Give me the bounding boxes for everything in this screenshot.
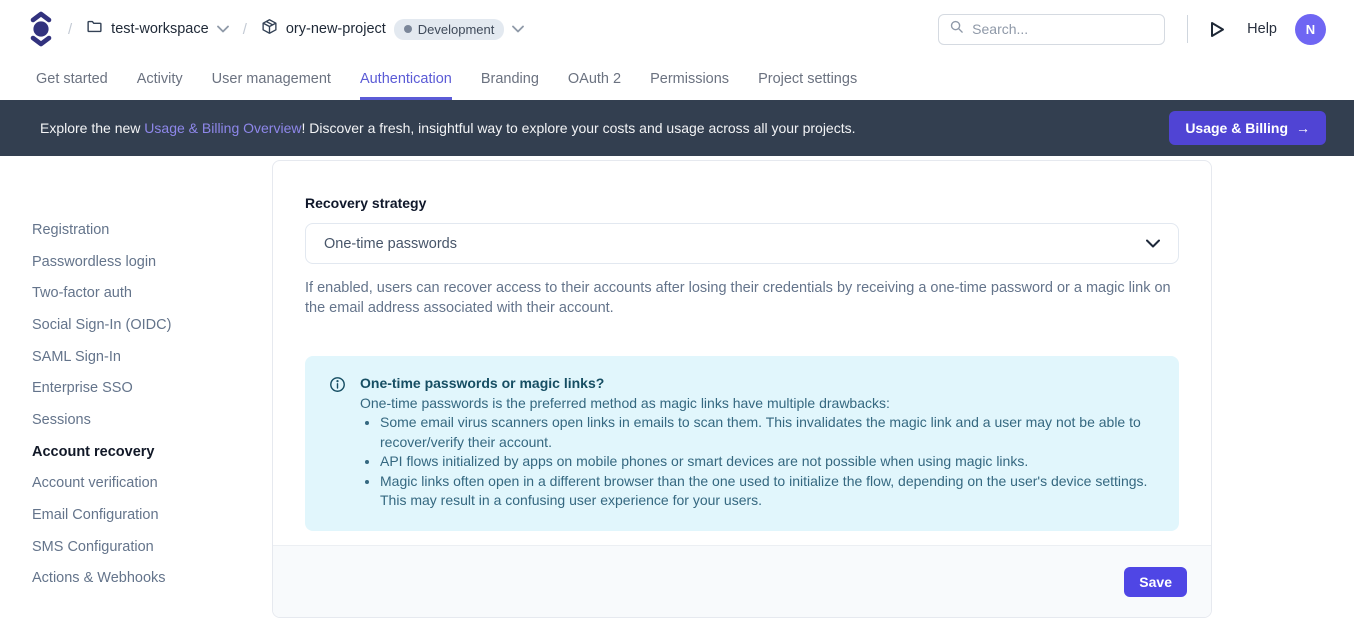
- chevron-down-icon: [512, 20, 524, 38]
- help-link[interactable]: Help: [1247, 21, 1277, 37]
- chevron-down-icon: [1146, 235, 1160, 253]
- sidebar-item-enterprise-sso[interactable]: Enterprise SSO: [32, 372, 272, 404]
- tab-authentication[interactable]: Authentication: [360, 58, 452, 100]
- info-box-title: One-time passwords or magic links?: [360, 374, 1155, 394]
- environment-badge: Development: [394, 19, 505, 40]
- account-recovery-card: Recovery strategy One-time passwords If …: [272, 160, 1212, 618]
- authentication-sidenav: Registration Passwordless login Two-fact…: [0, 156, 272, 625]
- usage-billing-button-label: Usage & Billing: [1185, 120, 1288, 136]
- info-box-bullet: API flows initialized by apps on mobile …: [380, 452, 1155, 472]
- folder-icon: [86, 18, 103, 40]
- tab-project-settings[interactable]: Project settings: [758, 58, 857, 100]
- breadcrumb-separator: /: [68, 21, 72, 38]
- info-box-intro: One-time passwords is the preferred meth…: [360, 394, 1155, 414]
- card-footer: Save: [273, 545, 1211, 617]
- save-button[interactable]: Save: [1124, 567, 1187, 597]
- sidebar-item-actions-webhooks[interactable]: Actions & Webhooks: [32, 563, 272, 595]
- info-box-bullet: Magic links often open in a different br…: [380, 472, 1155, 511]
- banner-text-after: ! Discover a fresh, insightful way to ex…: [301, 120, 855, 136]
- sidebar-item-two-factor-auth[interactable]: Two-factor auth: [32, 277, 272, 309]
- content-area: Registration Passwordless login Two-fact…: [0, 156, 1354, 625]
- info-box-bullet: Some email virus scanners open links in …: [380, 413, 1155, 452]
- breadcrumb-separator: /: [243, 21, 247, 38]
- tab-user-management[interactable]: User management: [212, 58, 331, 100]
- search-icon: [949, 19, 964, 39]
- info-box-content: One-time passwords or magic links? One-t…: [360, 374, 1155, 511]
- recovery-strategy-select[interactable]: One-time passwords: [305, 223, 1179, 264]
- tab-oauth2[interactable]: OAuth 2: [568, 58, 621, 100]
- chevron-down-icon: [217, 20, 229, 38]
- sidebar-item-email-configuration[interactable]: Email Configuration: [32, 499, 272, 531]
- tab-permissions[interactable]: Permissions: [650, 58, 729, 100]
- info-box-list: Some email virus scanners open links in …: [380, 413, 1155, 511]
- project-selector[interactable]: ory-new-project Development: [261, 18, 525, 40]
- project-name: ory-new-project: [286, 21, 386, 37]
- banner-text-before: Explore the new: [40, 120, 144, 136]
- recovery-strategy-value: One-time passwords: [324, 236, 457, 252]
- info-icon: [329, 376, 346, 511]
- ory-logo[interactable]: [28, 11, 54, 47]
- sidebar-item-registration[interactable]: Registration: [32, 214, 272, 246]
- card-body: Recovery strategy One-time passwords If …: [273, 161, 1211, 545]
- arrow-right-icon: →: [1296, 120, 1310, 136]
- avatar[interactable]: N: [1295, 14, 1326, 45]
- sidebar-item-social-sign-in[interactable]: Social Sign-In (OIDC): [32, 309, 272, 341]
- tab-get-started[interactable]: Get started: [36, 58, 108, 100]
- project-nav-tabs: Get started Activity User management Aut…: [0, 58, 1354, 100]
- sidebar-item-sms-configuration[interactable]: SMS Configuration: [32, 531, 272, 563]
- sidebar-item-account-verification[interactable]: Account verification: [32, 468, 272, 500]
- banner-text: Explore the new Usage & Billing Overview…: [40, 120, 856, 136]
- package-icon: [261, 18, 278, 40]
- tab-activity[interactable]: Activity: [137, 58, 183, 100]
- usage-billing-banner: Explore the new Usage & Billing Overview…: [0, 100, 1354, 156]
- environment-badge-label: Development: [418, 22, 495, 37]
- recovery-strategy-label: Recovery strategy: [305, 195, 1179, 211]
- usage-billing-overview-link[interactable]: Usage & Billing Overview: [144, 120, 301, 136]
- sidebar-item-saml-sign-in[interactable]: SAML Sign-In: [32, 341, 272, 373]
- search-input[interactable]: [972, 21, 1154, 37]
- recovery-strategy-description: If enabled, users can recover access to …: [305, 278, 1179, 318]
- sidebar-item-account-recovery[interactable]: Account recovery: [32, 436, 272, 468]
- workspace-selector[interactable]: test-workspace: [86, 18, 229, 40]
- sidebar-item-passwordless-login[interactable]: Passwordless login: [32, 246, 272, 278]
- workspace-name: test-workspace: [111, 21, 209, 37]
- tab-branding[interactable]: Branding: [481, 58, 539, 100]
- info-box: One-time passwords or magic links? One-t…: [305, 356, 1179, 531]
- search-box[interactable]: [938, 14, 1165, 45]
- play-icon[interactable]: [1210, 21, 1225, 38]
- top-header: / test-workspace / ory-new-project Devel…: [0, 0, 1354, 58]
- sidebar-item-sessions[interactable]: Sessions: [32, 404, 272, 436]
- header-divider: [1187, 15, 1188, 43]
- environment-dot-icon: [404, 25, 412, 33]
- usage-billing-button[interactable]: Usage & Billing →: [1169, 111, 1326, 145]
